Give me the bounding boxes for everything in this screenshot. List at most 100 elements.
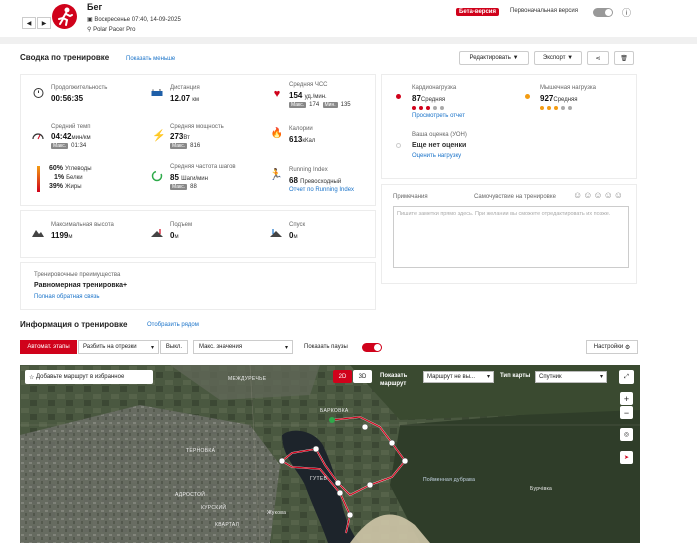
top-bar: ◀ ▶ Бег ▣ Воскресенье 07:40, 14-09-2025 …	[0, 0, 697, 37]
show-route-label: Показать маршрут	[380, 373, 408, 387]
split-off-button[interactable]: Выкл.	[160, 340, 188, 354]
cardio-number: 87	[412, 94, 421, 103]
max-altitude-unit: м	[68, 234, 73, 240]
compass-button[interactable]: ➤	[620, 451, 633, 464]
fat-value: 39%	[49, 183, 64, 190]
running-index-unit: Превосходный	[300, 179, 342, 185]
notes-label: Примечания	[393, 194, 428, 200]
muscle-number: 927	[540, 94, 554, 103]
distance-value: 12.07 км	[170, 94, 199, 103]
chevron-down-icon: ▾	[599, 374, 603, 380]
running-index-report-link[interactable]: Отчет по Running Index	[289, 186, 359, 194]
map-type-value: Спутник	[539, 374, 562, 380]
descent-unit: м	[293, 234, 298, 240]
show-less-link[interactable]: Показать меньше	[126, 56, 175, 62]
pace-label: Средний темп	[51, 124, 91, 130]
cardio-level-dots	[412, 105, 447, 112]
muscle-unit: Средняя	[553, 97, 578, 103]
hr-min: 135	[340, 102, 351, 108]
show-pauses-toggle[interactable]	[362, 343, 382, 352]
beta-badge[interactable]: Бета-версия	[456, 8, 499, 16]
ascent-icon	[151, 226, 163, 238]
heart-icon: ♥	[273, 88, 281, 100]
cardio-dot	[396, 94, 401, 99]
edit-button[interactable]: Редактировать ▼	[459, 51, 529, 65]
altitude-card	[20, 210, 376, 258]
rate-load-link[interactable]: Оценить нагрузку	[412, 153, 461, 159]
feeling-label: Самочувствие на тренировке	[474, 194, 556, 200]
calories-unit: кКал	[302, 138, 316, 144]
full-feedback-link[interactable]: Полная обратная связь	[34, 294, 99, 300]
hr-min-tag: Мин.	[322, 102, 338, 108]
map-label-floodplain: Пойменная дубрава	[423, 477, 476, 483]
distance-icon: AB	[151, 86, 163, 98]
feeling-faces[interactable]: ☺☺☺☺☺	[573, 190, 624, 200]
stopwatch-icon	[32, 86, 44, 98]
add-favorite-route-button[interactable]: ☆ Добавьте маршрут в избранное	[25, 370, 153, 384]
route-map[interactable]: МЕЖДУРЕЧЬЕ БАРКОВКА ТЕРНОВКА ГУТЕВ АДРОС…	[20, 365, 640, 543]
speedometer-icon	[32, 129, 44, 141]
running-index-number: 68	[289, 176, 298, 185]
muscle-dot	[525, 94, 530, 99]
hr-max: 174	[309, 102, 320, 108]
map-2d-button[interactable]: 2D	[333, 370, 352, 383]
power-label: Средняя мощность	[170, 124, 224, 130]
carbs-label: Углеводы	[64, 166, 92, 172]
power-value: 273Вт	[170, 132, 190, 141]
rpe-value: Еще нет оценки	[412, 142, 467, 149]
max-values-label: Макс. значения	[199, 344, 243, 350]
expand-icon: ⤢	[624, 373, 629, 380]
descent-label: Спуск	[289, 222, 306, 228]
pace-unit: мин/км	[71, 135, 91, 141]
prev-workout-button[interactable]: ◀	[22, 17, 36, 29]
info-icon[interactable]: ⓘ	[622, 6, 631, 19]
hr-max-tag: Макс.	[289, 102, 307, 108]
pace-max-tag: Макс.	[51, 143, 69, 149]
locate-button[interactable]: ◎	[620, 428, 633, 441]
zoom-out-button[interactable]: −	[620, 406, 633, 419]
ascent-value: 0м	[170, 231, 179, 240]
info-title: Информация о тренировке	[20, 320, 128, 329]
show-side-link[interactable]: Отобразить рядом	[147, 322, 199, 328]
settings-button[interactable]: Настройки ⚙	[586, 340, 638, 354]
descent-icon	[270, 226, 282, 238]
share-icon: ⋖	[595, 55, 601, 62]
notes-textarea[interactable]: Пишите заметки прямо здесь. При желании …	[393, 206, 629, 268]
share-button[interactable]: ⋖	[587, 51, 609, 65]
cadence-max-tag: Макс.	[170, 184, 188, 190]
map-label-kurskiy: КУРСКИЙ	[201, 505, 227, 511]
chevron-down-icon: ▾	[486, 374, 490, 380]
export-button[interactable]: Экспорт ▼	[534, 51, 582, 65]
route-select[interactable]: Маршрут не вы... ▾	[423, 371, 494, 383]
fat-row: 39% Жиры	[49, 183, 82, 190]
power-unit: Вт	[183, 135, 190, 141]
delete-button[interactable]: 🗑	[614, 51, 634, 65]
chevron-down-icon: ▾	[284, 344, 288, 351]
ascent-unit: м	[174, 234, 179, 240]
ascent-label: Подъем	[170, 222, 193, 228]
pace-max: Макс. 01:34	[51, 143, 86, 149]
max-values-select[interactable]: Макс. значения ▾	[193, 340, 293, 354]
split-segments-select[interactable]: Разбить на отрезки ▾	[78, 340, 159, 354]
satellite-imagery	[20, 365, 640, 543]
version-toggle[interactable]	[593, 8, 613, 17]
protein-label: Белки	[66, 175, 83, 181]
max-altitude-value: 1199м	[51, 231, 72, 240]
next-workout-button[interactable]: ▶	[37, 17, 51, 29]
power-number: 273	[170, 132, 184, 141]
zoom-in-button[interactable]: +	[620, 392, 633, 405]
view-report-link[interactable]: Просмотреть отчет	[412, 113, 465, 119]
cadence-value: 85 Шаги/мин	[170, 173, 208, 182]
hr-value: 154 уд./мин.	[289, 91, 327, 100]
map-type-select[interactable]: Спутник ▾	[535, 371, 607, 383]
cadence-unit: Шаги/мин	[181, 176, 208, 182]
split-label: Разбить на отрезки	[83, 344, 137, 350]
add-favorite-label: Добавьте маршрут в избранное	[36, 374, 125, 380]
fat-label: Жиры	[64, 184, 82, 190]
map-3d-button[interactable]: 3D	[353, 370, 372, 383]
cadence-label: Средняя частота шагов	[170, 164, 236, 170]
max-altitude-number: 1199	[51, 231, 69, 240]
auto-laps-tab[interactable]: Автомат. этапы	[20, 340, 77, 354]
fullscreen-button[interactable]: ⤢	[619, 370, 634, 384]
workout-datetime: ▣ Воскресенье 07:40, 14-09-2025	[87, 16, 181, 23]
